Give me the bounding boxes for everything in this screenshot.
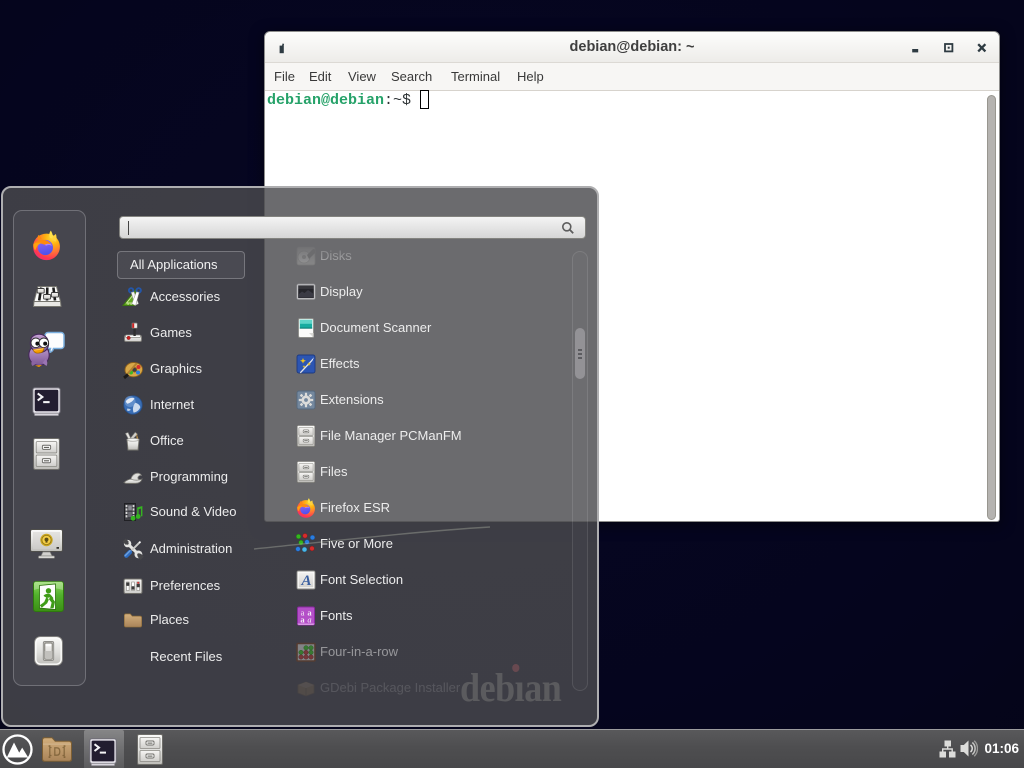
svg-text:A: A: [300, 573, 311, 589]
svg-text:a: a: [307, 615, 311, 625]
